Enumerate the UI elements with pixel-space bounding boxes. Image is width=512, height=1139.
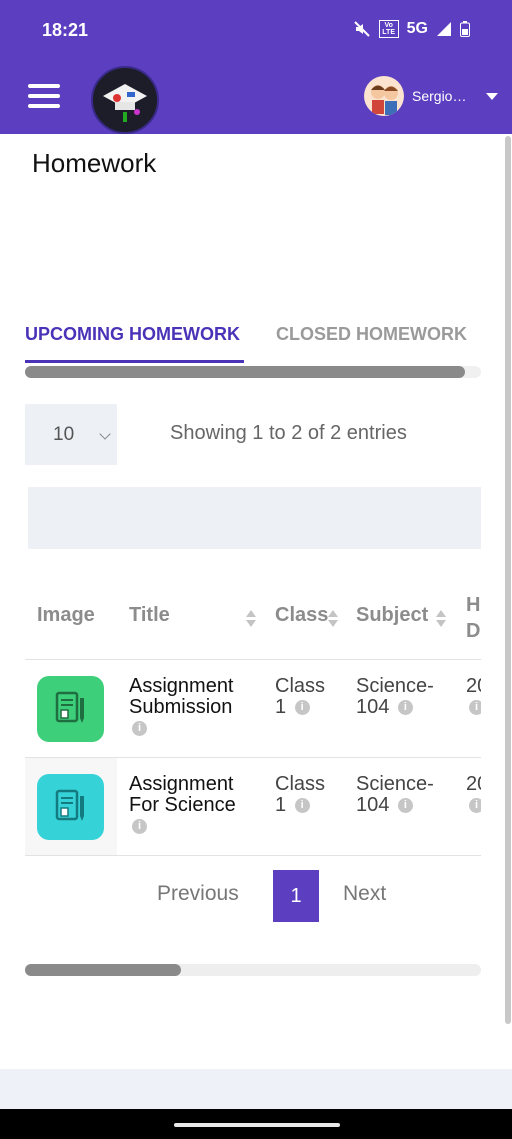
sort-icon[interactable]: [328, 610, 338, 627]
column-header-image: Image: [37, 604, 95, 626]
volte-icon: Vo LTE: [378, 20, 399, 38]
table-header: Image Title Class Subject H D: [25, 586, 481, 660]
table-scrollbar-thumb[interactable]: [25, 964, 181, 976]
document-icon: [55, 691, 84, 723]
battery-icon: [460, 21, 470, 37]
row-subject: Science-104 i: [356, 676, 456, 718]
table-row: Assignment For Science i Class 1 i Scienc…: [25, 758, 481, 856]
row-date: 20 i: [466, 774, 481, 816]
sort-icon[interactable]: [246, 610, 256, 627]
subject-text: Science-104: [356, 675, 434, 718]
row-class: Class 1 i: [275, 774, 339, 816]
table-horizontal-scrollbar[interactable]: [25, 964, 481, 976]
row-title[interactable]: Assignment Submission i: [129, 676, 259, 739]
column-header-date[interactable]: H D: [466, 592, 481, 644]
homework-tabs: UPCOMING HOMEWORK CLOSED HOMEWORK: [25, 320, 481, 364]
tab-closed-homework[interactable]: CLOSED HOMEWORK: [276, 324, 467, 345]
home-gesture-bar[interactable]: [174, 1123, 340, 1127]
status-icons: Vo LTE 5G: [353, 20, 470, 38]
row-subject: Science-104 i: [356, 774, 456, 816]
previous-page-button[interactable]: Previous: [157, 882, 239, 906]
chevron-down-icon: [99, 428, 111, 440]
info-icon[interactable]: i: [397, 798, 413, 814]
footer: [0, 1069, 512, 1109]
signal-icon: [437, 22, 451, 36]
entries-info: Showing 1 to 2 of 2 entries: [170, 422, 407, 444]
row-title[interactable]: Assignment For Science i: [129, 774, 259, 837]
pagination: Previous 1 Next: [0, 870, 512, 922]
info-icon[interactable]: i: [294, 798, 310, 814]
user-name: Sergio Rizal: [412, 88, 470, 104]
mute-icon: [353, 21, 370, 37]
column-header-subject[interactable]: Subject: [356, 604, 428, 627]
menu-icon[interactable]: [28, 84, 60, 110]
info-icon[interactable]: i: [469, 798, 481, 814]
tabs-scrollbar-thumb[interactable]: [25, 366, 465, 378]
tab-active-indicator: [25, 360, 244, 363]
table-row: Assignment Submission i Class 1 i Science…: [25, 660, 481, 758]
avatar: [364, 76, 404, 116]
info-icon[interactable]: i: [132, 721, 147, 737]
date-text: 20: [466, 773, 481, 795]
assignment-thumbnail[interactable]: [37, 774, 104, 840]
status-bar: 18:21 Vo LTE 5G: [0, 0, 512, 60]
entries-value: 10: [53, 423, 75, 445]
system-nav-bar: [0, 1109, 512, 1139]
info-icon[interactable]: i: [469, 700, 481, 716]
tab-upcoming-homework[interactable]: UPCOMING HOMEWORK: [25, 324, 240, 345]
row-class: Class 1 i: [275, 676, 339, 718]
info-icon[interactable]: i: [397, 700, 413, 716]
homework-table: Image Title Class Subject H D Assignment…: [25, 586, 481, 856]
row-date: 20 i: [466, 676, 481, 718]
column-header-title[interactable]: Title: [129, 604, 170, 627]
info-icon[interactable]: i: [294, 700, 310, 716]
sort-icon[interactable]: [436, 610, 446, 627]
search-input[interactable]: [28, 487, 481, 549]
image-cell: [25, 758, 117, 855]
page-vertical-scrollbar[interactable]: [505, 136, 511, 1024]
user-menu[interactable]: Sergio Rizal: [364, 76, 498, 116]
document-icon: [55, 789, 84, 821]
info-icon[interactable]: i: [132, 819, 147, 835]
page-title: Homework: [32, 148, 157, 178]
tabs-scrollbar[interactable]: [25, 366, 481, 378]
page-1-button[interactable]: 1: [273, 870, 319, 922]
assignment-thumbnail[interactable]: [37, 676, 104, 742]
column-header-class[interactable]: Class: [275, 604, 328, 627]
next-page-button[interactable]: Next: [343, 882, 386, 906]
network-label: 5G: [406, 20, 428, 37]
title-text: Assignment Submission: [129, 675, 234, 718]
chevron-down-icon: [486, 92, 498, 100]
status-time: 18:21: [42, 20, 89, 40]
date-text: 20: [466, 675, 481, 697]
image-cell: [25, 660, 117, 757]
entries-per-page-select[interactable]: 10: [25, 404, 117, 465]
school-logo[interactable]: [91, 66, 159, 134]
subject-text: Science-104: [356, 773, 434, 816]
title-text: Assignment For Science: [129, 773, 236, 816]
app-bar: Sergio Rizal: [0, 60, 512, 134]
